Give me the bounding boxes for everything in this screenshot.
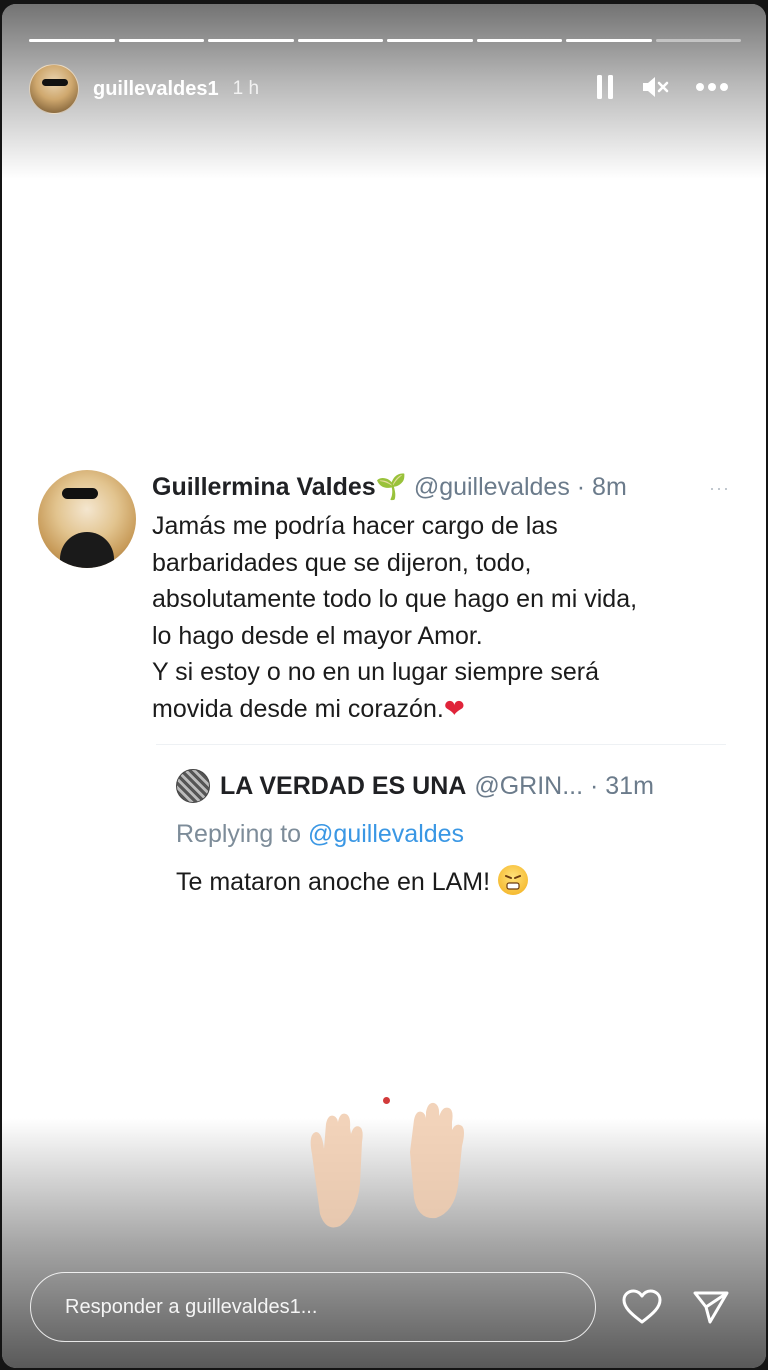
- story-username[interactable]: guillevaldes1: [93, 78, 219, 101]
- story-progress-bar: [29, 39, 741, 42]
- tweet-author-avatar: [38, 470, 136, 568]
- tweet-line: absolutamente todo lo que hago en mi vid…: [152, 585, 638, 613]
- more-dots-icon[interactable]: [695, 82, 729, 92]
- story-timestamp: 1 h: [232, 78, 260, 99]
- tweet-more-icon: ···: [709, 478, 730, 498]
- replying-to: Replying to @guillevaldes: [176, 819, 464, 849]
- raised-hands-icon: [302, 1094, 472, 1234]
- tweet-body: Jamás me podría hacer cargo de las barba…: [152, 508, 732, 727]
- story-header: guillevaldes1 1 h: [29, 62, 741, 116]
- progress-segment: [208, 39, 294, 42]
- progress-segment: [29, 39, 115, 42]
- tweet-line: movida desde mi corazón.: [152, 694, 444, 723]
- quoted-avatar: [176, 769, 210, 803]
- angry-face-icon: [498, 865, 529, 895]
- tweet-line-last: movida desde mi corazón.❤: [152, 691, 732, 728]
- progress-segment: [297, 39, 383, 42]
- reply-input[interactable]: [63, 1294, 595, 1320]
- muted-speaker-icon[interactable]: [641, 74, 669, 100]
- tweet-line: lo hago desde el mayor Amor.: [152, 621, 483, 650]
- pause-icon[interactable]: [595, 74, 615, 100]
- progress-segment: [566, 39, 652, 42]
- red-heart-icon: ❤: [443, 694, 465, 723]
- tweet-header: Guillermina Valdes🌱 @guillevaldes · 8m: [152, 472, 627, 502]
- quoted-tweet: LA VERDAD ES UNA @GRIN... · 31m Replying…: [156, 744, 726, 920]
- quoted-author-name: LA VERDAD ES UNA: [220, 772, 467, 800]
- replying-mention: @guillevaldes: [308, 820, 465, 848]
- progress-segment: [118, 39, 204, 42]
- story-viewer: guillevaldes1 1 h Guillermina Valdes🌱 @g…: [2, 4, 766, 1368]
- replying-prefix: Replying to: [176, 820, 302, 848]
- progress-segment: [476, 39, 562, 42]
- progress-segment: [387, 39, 473, 42]
- send-icon[interactable]: [692, 1289, 730, 1325]
- story-actions: [622, 1284, 742, 1330]
- seedling-icon: 🌱: [375, 473, 407, 501]
- tweet-line: barbaridades que se dijeron, todo,: [152, 548, 532, 577]
- profile-avatar[interactable]: [29, 64, 79, 114]
- tweet-line: Y si estoy o no en un lugar siempre será: [152, 658, 600, 686]
- quoted-header: LA VERDAD ES UNA @GRIN... · 31m: [176, 769, 654, 803]
- heart-outline-icon[interactable]: [622, 1289, 662, 1325]
- tweet-screenshot: Guillermina Valdes🌱 @guillevaldes · 8m ·…: [34, 462, 734, 927]
- reply-field[interactable]: [30, 1272, 596, 1342]
- tweet-line: Jamás me podría hacer cargo de las: [152, 512, 558, 540]
- quoted-text: Te mataron anoche en LAM!: [176, 868, 491, 896]
- tweet-handle-time: @guillevaldes · 8m: [413, 473, 627, 501]
- quoted-handle-time: @GRIN... · 31m: [474, 772, 654, 800]
- tweet-author-name: Guillermina Valdes: [152, 473, 376, 501]
- quoted-body: Te mataron anoche en LAM!: [176, 865, 529, 897]
- progress-segment: [655, 39, 741, 42]
